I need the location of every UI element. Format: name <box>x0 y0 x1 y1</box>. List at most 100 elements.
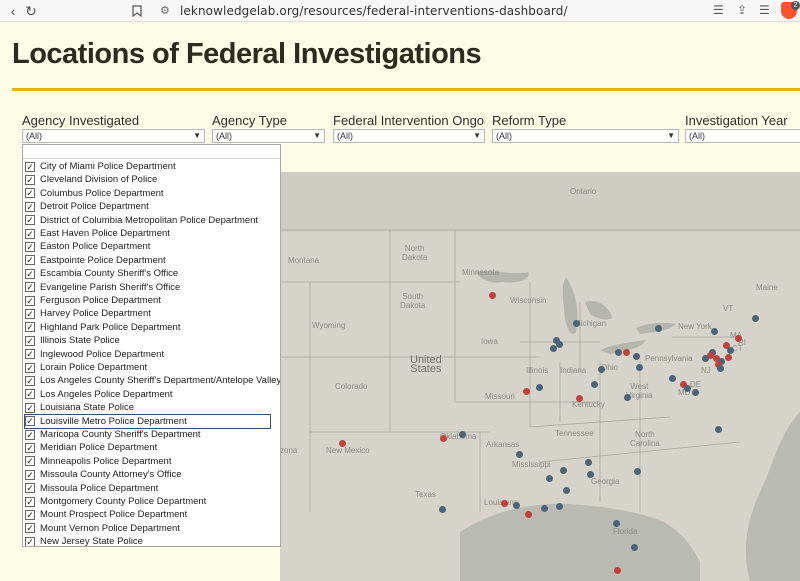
investigation-marker[interactable] <box>488 291 496 299</box>
investigation-marker[interactable] <box>575 394 583 402</box>
investigation-marker[interactable] <box>597 365 605 373</box>
checkbox-checked-icon[interactable]: ✓ <box>25 241 35 252</box>
investigation-marker[interactable] <box>668 374 676 382</box>
dropdown-option[interactable]: ✓ Montgomery County Police Department <box>25 495 270 508</box>
dropdown-option[interactable]: ✓ Minneapolis Police Department <box>25 455 270 468</box>
dropdown-option[interactable]: ✓ District of Columbia Metropolitan Polic… <box>25 214 270 227</box>
investigation-marker[interactable] <box>524 510 532 518</box>
reload-icon[interactable]: ↻ <box>22 2 40 20</box>
dropdown-option[interactable]: ✓ Lorain Police Department <box>25 361 270 374</box>
investigation-marker[interactable] <box>613 566 621 574</box>
agency-dropdown-list[interactable]: ✓ City of Miami Police Department ✓ Clevela… <box>22 144 281 547</box>
checkbox-checked-icon[interactable]: ✓ <box>25 255 35 266</box>
checkbox-checked-icon[interactable]: ✓ <box>25 469 35 480</box>
investigation-marker[interactable] <box>562 486 570 494</box>
investigation-marker[interactable] <box>439 434 447 442</box>
dropdown-option[interactable]: ✓ Meridian Police Department <box>25 441 270 454</box>
investigation-marker[interactable] <box>545 474 553 482</box>
back-arrow-icon[interactable]: ‹ <box>4 2 22 20</box>
investigation-marker[interactable] <box>590 380 598 388</box>
checkbox-checked-icon[interactable]: ✓ <box>25 295 35 306</box>
checkbox-checked-icon[interactable]: ✓ <box>25 228 35 239</box>
checkbox-checked-icon[interactable]: ✓ <box>25 429 35 440</box>
dropdown-option[interactable]: ✓ Mount Vernon Police Department <box>25 522 270 535</box>
checkbox-checked-icon[interactable]: ✓ <box>25 282 35 293</box>
investigation-marker[interactable] <box>623 393 631 401</box>
investigation-marker[interactable] <box>635 363 643 371</box>
investigation-marker[interactable] <box>716 364 724 372</box>
dropdown-option[interactable]: ✓ New Jersey State Police <box>25 535 270 546</box>
investigation-year-select[interactable]: (All) <box>685 129 800 143</box>
share-icon[interactable]: ⇪ <box>737 3 747 17</box>
investigation-marker[interactable] <box>710 327 718 335</box>
dropdown-option[interactable]: ✓ Eastpointe Police Department <box>25 254 270 267</box>
checkbox-checked-icon[interactable]: ✓ <box>25 402 35 413</box>
dropdown-option[interactable]: ✓ Highland Park Police Department <box>25 321 270 334</box>
checkbox-checked-icon[interactable]: ✓ <box>25 523 35 534</box>
investigation-marker[interactable] <box>633 467 641 475</box>
dropdown-option[interactable]: ✓ Ferguson Police Department <box>25 294 270 307</box>
investigation-marker[interactable] <box>724 353 732 361</box>
checkbox-checked-icon[interactable]: ✓ <box>25 496 35 507</box>
checkbox-checked-icon[interactable]: ✓ <box>25 509 35 520</box>
agency-investigated-select[interactable]: (All) ▼ <box>22 129 205 143</box>
dropdown-option[interactable]: ✓ Maricopa County Sheriff's Department <box>25 428 270 441</box>
investigation-marker[interactable] <box>458 430 466 438</box>
investigation-marker[interactable] <box>584 458 592 466</box>
investigation-marker[interactable] <box>572 319 580 327</box>
investigation-marker[interactable] <box>654 324 662 332</box>
dropdown-option[interactable]: ✓ Detroit Police Department <box>25 200 270 213</box>
investigation-marker[interactable] <box>549 344 557 352</box>
dropdown-option[interactable]: ✓ Los Angeles Police Department <box>25 388 270 401</box>
checkbox-checked-icon[interactable]: ✓ <box>25 483 35 494</box>
investigation-marker[interactable] <box>632 352 640 360</box>
checkbox-checked-icon[interactable]: ✓ <box>25 456 35 467</box>
investigation-marker[interactable] <box>500 499 508 507</box>
investigation-marker[interactable] <box>726 346 734 354</box>
checkbox-checked-icon[interactable]: ✓ <box>25 375 35 386</box>
investigation-marker[interactable] <box>701 354 709 362</box>
agency-type-select[interactable]: (All) ▼ <box>212 129 325 143</box>
checkbox-checked-icon[interactable]: ✓ <box>25 349 35 360</box>
checkbox-checked-icon[interactable]: ✓ <box>25 201 35 212</box>
reform-type-select[interactable]: (All) ▼ <box>492 129 679 143</box>
dropdown-option[interactable]: ✓ Harvey Police Department <box>25 307 270 320</box>
investigation-marker[interactable] <box>734 334 742 342</box>
address-bar[interactable]: leknowledgelab.org/resources/federal-int… <box>180 4 568 18</box>
dropdown-option[interactable]: ✓ Illinois State Police <box>25 334 270 347</box>
investigation-marker[interactable] <box>512 501 520 509</box>
investigation-marker[interactable] <box>630 543 638 551</box>
checkbox-checked-icon[interactable]: ✓ <box>25 268 35 279</box>
reader-mode-icon[interactable]: ☰ <box>713 3 724 17</box>
investigation-marker[interactable] <box>555 340 563 348</box>
checkbox-checked-icon[interactable]: ✓ <box>25 308 35 319</box>
investigation-marker[interactable] <box>338 439 346 447</box>
dropdown-search-field[interactable] <box>23 145 280 159</box>
dropdown-option[interactable]: ✓ Inglewood Police Department <box>25 348 270 361</box>
checkbox-checked-icon[interactable]: ✓ <box>25 335 35 346</box>
dropdown-option[interactable]: ✓ City of Miami Police Department <box>25 160 270 173</box>
dropdown-option[interactable]: ✓ Cleveland Division of Police <box>25 173 270 186</box>
dropdown-option[interactable]: ✓ Columbus Police Department <box>25 187 270 200</box>
checkbox-checked-icon[interactable]: ✓ <box>25 536 35 546</box>
investigation-marker[interactable] <box>515 450 523 458</box>
investigation-marker[interactable] <box>535 383 543 391</box>
investigation-marker[interactable] <box>555 502 563 510</box>
investigation-marker[interactable] <box>438 505 446 513</box>
checkbox-checked-icon[interactable]: ✓ <box>25 215 35 226</box>
dropdown-option[interactable]: ✓ Missoula County Attorney's Office <box>25 468 270 481</box>
rss-icon[interactable]: ☰ <box>759 3 770 17</box>
checkbox-checked-icon[interactable]: ✓ <box>25 416 35 427</box>
investigation-marker[interactable] <box>522 387 530 395</box>
investigation-marker[interactable] <box>586 470 594 478</box>
investigation-marker[interactable] <box>714 425 722 433</box>
investigation-marker[interactable] <box>622 348 630 356</box>
checkbox-checked-icon[interactable]: ✓ <box>25 188 35 199</box>
dropdown-option[interactable]: ✓ Evangeline Parish Sheriff's Office <box>25 281 270 294</box>
investigation-marker[interactable] <box>614 348 622 356</box>
dropdown-option[interactable]: ✓ East Haven Police Department <box>25 227 270 240</box>
dropdown-option[interactable]: ✓ Missoula Police Department <box>25 482 270 495</box>
site-info-icon[interactable]: ⚙ <box>160 4 170 17</box>
investigation-marker[interactable] <box>612 519 620 527</box>
federal-intervention-select[interactable]: (All) ▼ <box>333 129 485 143</box>
